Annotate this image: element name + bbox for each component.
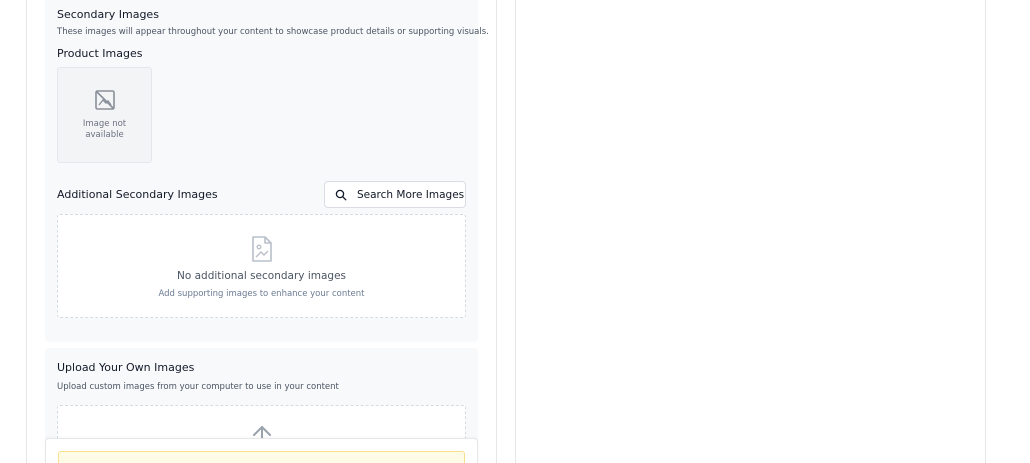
right-panel <box>515 0 986 463</box>
additional-secondary-images-title: Additional Secondary Images <box>57 188 218 201</box>
secondary-images-subtitle: These images will appear throughout your… <box>57 27 489 37</box>
upload-images-title: Upload Your Own Images <box>57 361 195 374</box>
product-image-placeholder[interactable]: Image not available <box>57 67 152 163</box>
search-icon <box>335 189 347 200</box>
file-image-icon <box>252 236 272 262</box>
notice-banner <box>58 451 465 463</box>
image-off-icon <box>94 90 115 110</box>
upload-images-subtitle: Upload custom images from your computer … <box>57 382 339 392</box>
product-images-title: Product Images <box>57 47 143 60</box>
empty-state-subtitle: Add supporting images to enhance your co… <box>158 289 365 299</box>
empty-state-title: No additional secondary images <box>176 270 347 282</box>
page: Secondary Images These images will appea… <box>0 0 1030 463</box>
secondary-images-title: Secondary Images <box>57 8 159 21</box>
additional-images-empty-state: No additional secondary images Add suppo… <box>57 214 466 318</box>
search-more-images-button[interactable]: Search More Images <box>324 181 466 208</box>
image-not-available-text: Image not available <box>82 119 127 140</box>
search-more-images-label: Search More Images <box>357 188 465 201</box>
